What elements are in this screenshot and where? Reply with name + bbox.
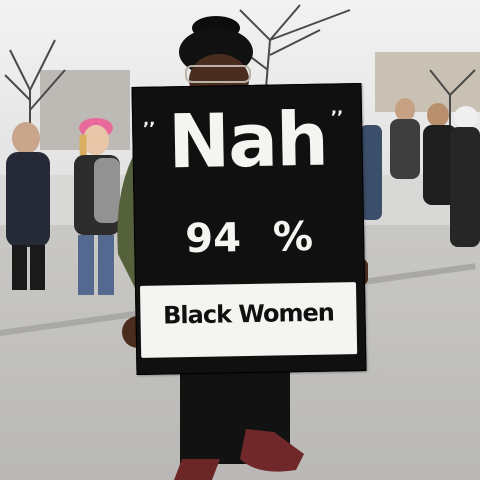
sign-subject-strip: Black Women [139, 282, 358, 358]
sign-subject: Black Women [162, 298, 335, 330]
protest-sign: ,, ,, Nah 94 % Black Women [131, 83, 367, 375]
sign-headline: Nah [167, 96, 328, 186]
photo-scene: ,, ,, Nah 94 % Black Women [0, 0, 480, 480]
sign-statistic: 94 % [184, 213, 314, 263]
crowd-right [360, 98, 480, 247]
